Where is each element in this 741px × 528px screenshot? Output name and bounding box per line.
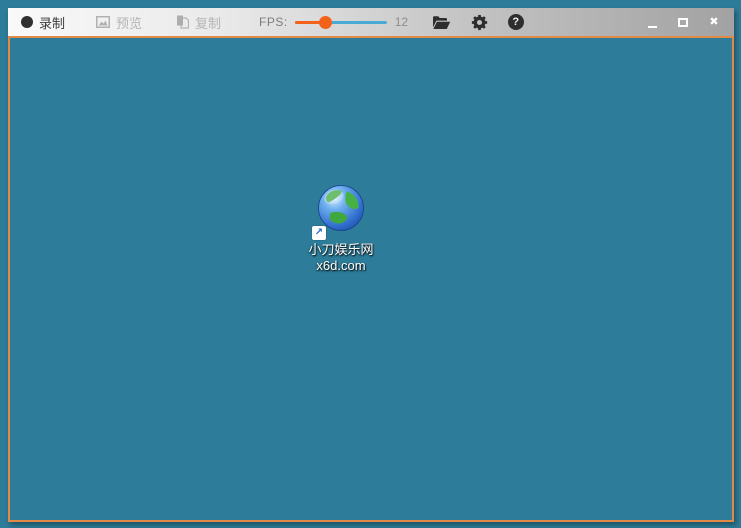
fps-slider[interactable] [295, 15, 387, 30]
desktop-icon-label: 小刀娱乐网 x6d.com [297, 242, 385, 274]
fps-value: 12 [395, 15, 411, 29]
minimize-icon [648, 26, 657, 28]
image-icon [96, 16, 110, 28]
window-controls: ✖ [645, 14, 734, 30]
desktop: { "toolbar": { "record": { "label": "录制"… [0, 0, 741, 528]
capture-area [8, 36, 734, 522]
fps-label: FPS: [259, 15, 288, 29]
fps-slider-thumb[interactable] [319, 16, 332, 29]
minimize-button[interactable] [645, 14, 659, 30]
copy-icon [176, 15, 189, 29]
maximize-button[interactable] [676, 14, 690, 30]
toolbar: 录制 预览 复制 FPS: 12 [8, 8, 734, 36]
preview-button-label: 预览 [116, 13, 142, 32]
desktop-icon-label-line2: x6d.com [297, 258, 385, 274]
desktop-icon-label-line1: 小刀娱乐网 [297, 242, 385, 258]
help-icon: ? [508, 14, 524, 30]
desktop-shortcut-x6d[interactable]: ↗ 小刀娱乐网 x6d.com [297, 184, 385, 274]
help-button[interactable]: ? [508, 14, 524, 30]
gear-icon [471, 14, 488, 31]
record-dot-icon [21, 16, 33, 28]
settings-button[interactable] [471, 14, 488, 31]
record-button-label: 录制 [39, 13, 65, 32]
open-folder-icon [432, 15, 451, 30]
copy-button[interactable]: 复制 [176, 13, 221, 32]
copy-button-label: 复制 [195, 13, 221, 32]
shortcut-arrow-icon: ↗ [312, 226, 326, 240]
open-folder-button[interactable] [432, 15, 451, 30]
close-icon: ✖ [709, 17, 718, 28]
preview-button[interactable]: 预览 [96, 13, 142, 32]
record-button[interactable]: 录制 [21, 13, 65, 32]
close-button[interactable]: ✖ [707, 14, 721, 30]
maximize-icon [678, 18, 688, 27]
globe-icon: ↗ [317, 184, 365, 237]
